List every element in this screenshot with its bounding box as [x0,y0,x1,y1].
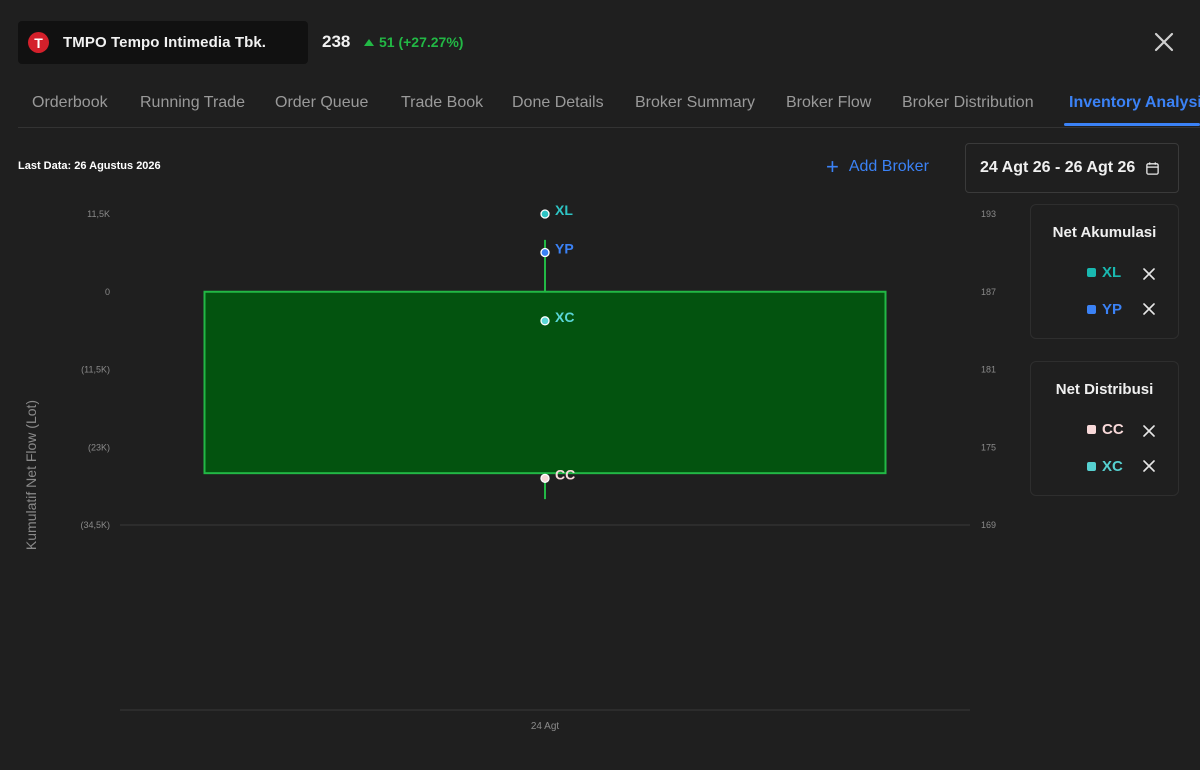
remove-xc-icon[interactable] [1141,458,1157,474]
legend-label-cc: CC [1102,421,1124,438]
legend-item-cc: CC [1087,421,1124,438]
left-tick-label: 0 [105,287,110,297]
net-accumulation-panel: Net Akumulasi XL YP [1030,204,1179,339]
up-arrow-icon [364,38,374,46]
right-tick-label: 193 [981,209,996,219]
legend-swatch-xc [1087,462,1096,471]
legend-label-xc: XC [1102,458,1123,475]
add-broker-label: Add Broker [848,158,929,175]
legend-label-yp: YP [1102,301,1123,318]
broker-point-yp [540,247,550,258]
date-range-picker[interactable]: 24 Agt 26 - 26 Agt 26 [965,143,1179,193]
x-tick-label: 24 Agt [531,721,560,732]
net-distribution-title: Net Distribusi [1055,381,1154,398]
inventory-chart: 11,5K 0 (11,5K) (23K) (34,5K) 193 187 181 175 16… [23,202,996,732]
broker-label-xl: XL [555,202,573,218]
stock-name: TMPO Tempo Intimedia Tbk. [63,34,267,51]
broker-point-cc [540,473,550,484]
tab-trade-book[interactable]: Trade Book [401,94,483,112]
calendar-icon [1146,161,1160,175]
legend-label-xl: XL [1102,264,1122,281]
price-change-value: 51 (+27.27%) [379,34,464,50]
right-tick-label: 181 [981,365,996,375]
price-change: 51 (+27.27%) [364,34,463,50]
left-tick-label: (23K) [88,442,110,452]
stock-logo: T [28,32,49,53]
broker-label-xc: XC [555,309,574,325]
legend-item-xl: XL [1087,264,1121,281]
header: T TMPO Tempo Intimedia Tbk. 238 51 (+27.… [0,0,1200,82]
legend-item-xc: XC [1087,458,1123,475]
last-data-label: Last Data: [18,160,72,172]
broker-point-xc [540,316,550,326]
add-broker-button[interactable]: + Add Broker [826,154,929,179]
legend-item-yp: YP [1087,301,1122,318]
net-accumulation-title: Net Akumulasi [1052,224,1157,241]
left-tick-label: (34,5K) [80,520,110,530]
remove-xl-icon[interactable] [1141,266,1157,282]
right-tick-label: 169 [981,520,996,530]
tab-broker-flow[interactable]: Broker Flow [786,94,871,112]
left-tick-label: (11,5K) [81,365,110,375]
legend-swatch-xl [1087,268,1096,277]
tab-bar: Orderbook Running Trade Order Queue Trad… [18,82,1200,128]
stock-price: 238 [322,32,351,51]
remove-yp-icon[interactable] [1141,301,1157,317]
net-distribution-panel: Net Distribusi CC XC [1030,361,1179,496]
tab-broker-summary[interactable]: Broker Summary [635,94,755,112]
tab-done-details[interactable]: Done Details [512,94,604,112]
broker-label-yp: YP [555,241,574,257]
tab-broker-distribution[interactable]: Broker Distribution [902,94,1034,112]
remove-cc-icon[interactable] [1141,423,1157,439]
plus-icon: + [826,154,839,179]
active-tab-indicator [1064,123,1200,126]
y-axis-label: Kumulatif Net Flow (Lot) [23,400,39,550]
stock-selector[interactable]: T TMPO Tempo Intimedia Tbk. [18,21,308,64]
left-tick-label: 11,5K [87,209,110,219]
last-data-value: 26 Agustus 2026 [74,160,161,172]
legend-swatch-cc [1087,425,1096,434]
broker-point-xl [540,209,550,219]
last-data: Last Data: 26 Agustus 2026 [18,160,161,172]
right-tick-label: 175 [981,442,996,452]
close-icon[interactable] [1152,30,1176,54]
legend-swatch-yp [1087,305,1096,314]
tab-inventory-analysis[interactable]: Inventory Analysis [1069,94,1200,112]
tab-order-queue[interactable]: Order Queue [275,94,368,112]
tab-running-trade[interactable]: Running Trade [140,94,245,112]
right-tick-label: 187 [981,287,996,297]
tab-orderbook[interactable]: Orderbook [32,94,108,112]
broker-label-cc: CC [555,466,575,482]
date-range-value: 24 Agt 26 - 26 Agt 26 [980,159,1136,176]
